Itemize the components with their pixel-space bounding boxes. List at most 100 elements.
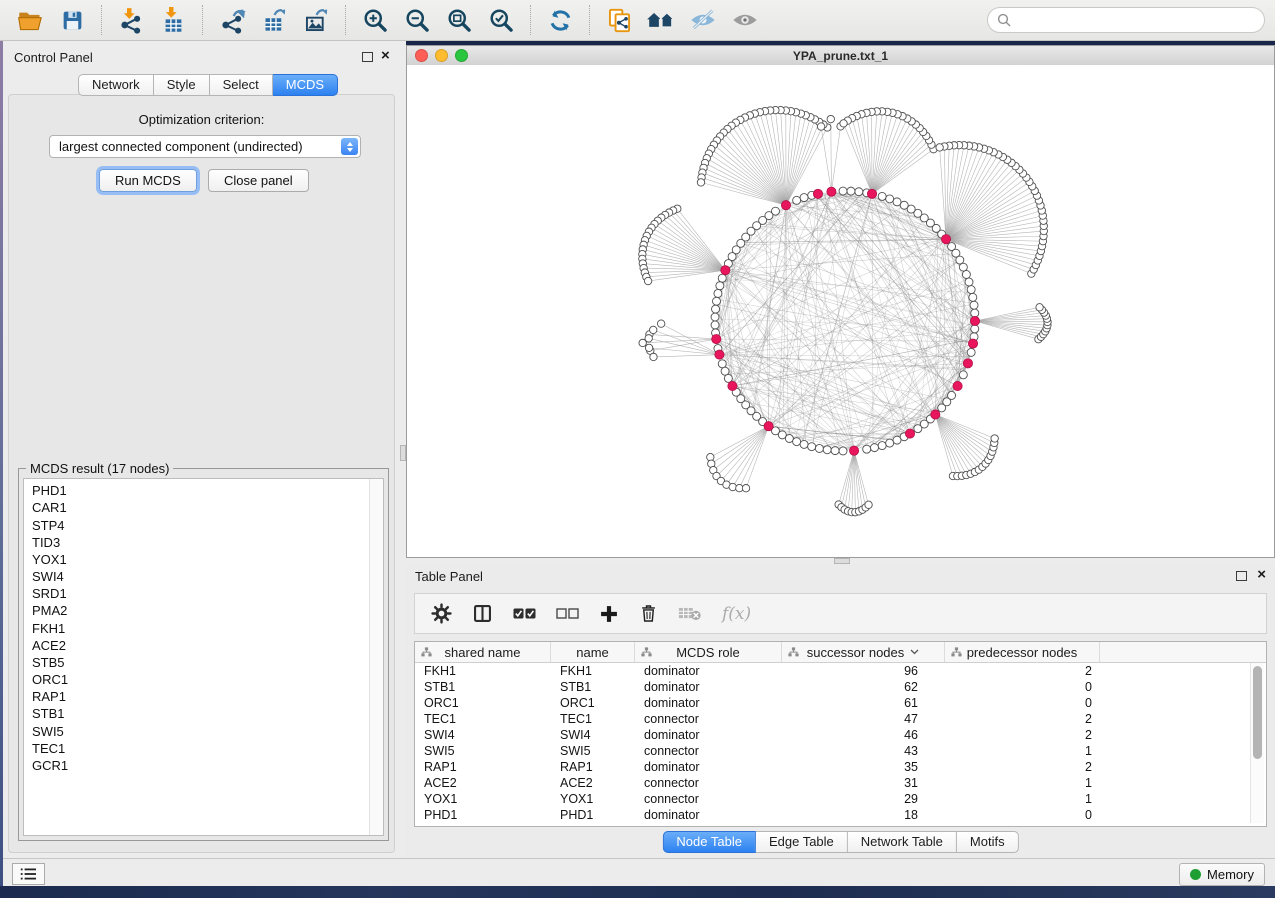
mcds-result-item[interactable]: RAP1 bbox=[24, 689, 383, 706]
criterion-select[interactable]: largest connected component (undirected) bbox=[49, 135, 361, 158]
mcds-result-item[interactable]: YOX1 bbox=[24, 552, 383, 569]
table-row[interactable]: ORC1ORC1dominator610 bbox=[415, 695, 1266, 711]
mcds-result-item[interactable]: ORC1 bbox=[24, 672, 383, 689]
cell[interactable]: 46 bbox=[782, 727, 945, 743]
cell[interactable]: 2 bbox=[945, 759, 1100, 775]
mcds-result-item[interactable]: FKH1 bbox=[24, 620, 383, 637]
import-network-icon[interactable] bbox=[111, 3, 151, 37]
export-table-icon[interactable] bbox=[254, 3, 294, 37]
cell[interactable]: connector bbox=[635, 711, 782, 727]
mcds-list-scrollbar[interactable] bbox=[369, 479, 383, 835]
cell[interactable]: 43 bbox=[782, 743, 945, 759]
tab-network[interactable]: Network bbox=[78, 74, 154, 96]
scrollbar-thumb[interactable] bbox=[1253, 666, 1262, 759]
run-mcds-button[interactable]: Run MCDS bbox=[99, 169, 197, 192]
zoom-fit-icon[interactable] bbox=[439, 3, 479, 37]
cell[interactable]: dominator bbox=[635, 679, 782, 695]
float-panel-icon[interactable] bbox=[1236, 571, 1247, 581]
refresh-view-icon[interactable] bbox=[540, 3, 580, 37]
mcds-result-item[interactable]: TID3 bbox=[24, 535, 383, 552]
mcds-result-item[interactable]: PMA2 bbox=[24, 603, 383, 620]
export-image-icon[interactable] bbox=[296, 3, 336, 37]
cell[interactable]: PHD1 bbox=[551, 807, 635, 823]
mcds-result-item[interactable]: STP4 bbox=[24, 517, 383, 534]
mcds-result-item[interactable]: STB5 bbox=[24, 655, 383, 672]
table-row[interactable]: STB1STB1dominator620 bbox=[415, 679, 1266, 695]
cell[interactable]: 2 bbox=[945, 727, 1100, 743]
close-panel-icon[interactable]: × bbox=[381, 51, 390, 61]
mcds-result-item[interactable]: SWI5 bbox=[24, 723, 383, 740]
cell[interactable]: 0 bbox=[945, 695, 1100, 711]
tab-style[interactable]: Style bbox=[154, 74, 210, 96]
cell[interactable]: ORC1 bbox=[415, 695, 551, 711]
cell[interactable]: 2 bbox=[945, 711, 1100, 727]
cell[interactable]: 2 bbox=[945, 663, 1100, 679]
column-header-successor-nodes[interactable]: successor nodes bbox=[782, 642, 945, 662]
tab-select[interactable]: Select bbox=[210, 74, 273, 96]
mcds-result-item[interactable]: ACE2 bbox=[24, 638, 383, 655]
show-column-icon[interactable] bbox=[472, 603, 493, 624]
search-box[interactable] bbox=[987, 7, 1265, 33]
zoom-in-icon[interactable] bbox=[355, 3, 395, 37]
cell[interactable]: TEC1 bbox=[415, 711, 551, 727]
export-network-icon[interactable] bbox=[212, 3, 252, 37]
deselect-all-icon[interactable] bbox=[556, 607, 579, 620]
cell[interactable]: connector bbox=[635, 743, 782, 759]
cell[interactable]: connector bbox=[635, 775, 782, 791]
mcds-result-item[interactable]: STB1 bbox=[24, 706, 383, 723]
first-neighbors-icon[interactable] bbox=[641, 3, 681, 37]
show-all-icon[interactable] bbox=[725, 3, 765, 37]
cell[interactable]: RAP1 bbox=[415, 759, 551, 775]
table-row[interactable]: ACE2ACE2connector311 bbox=[415, 775, 1266, 791]
add-row-icon[interactable] bbox=[599, 604, 619, 624]
mcds-result-item[interactable]: TEC1 bbox=[24, 741, 383, 758]
tab-node-table[interactable]: Node Table bbox=[662, 831, 756, 853]
tab-mcds[interactable]: MCDS bbox=[273, 74, 338, 96]
cell[interactable]: 29 bbox=[782, 791, 945, 807]
cell[interactable]: YOX1 bbox=[551, 791, 635, 807]
column-header-name[interactable]: name bbox=[551, 642, 635, 662]
column-header-shared-name[interactable]: shared name bbox=[415, 642, 551, 662]
cell[interactable]: ORC1 bbox=[551, 695, 635, 711]
import-table-icon[interactable] bbox=[153, 3, 193, 37]
column-header-predecessor-nodes[interactable]: predecessor nodes bbox=[945, 642, 1100, 662]
zoom-selected-icon[interactable] bbox=[481, 3, 521, 37]
cell[interactable]: ACE2 bbox=[415, 775, 551, 791]
table-row[interactable]: FKH1FKH1dominator962 bbox=[415, 663, 1266, 679]
table-row[interactable]: RAP1RAP1dominator352 bbox=[415, 759, 1266, 775]
cell[interactable]: 47 bbox=[782, 711, 945, 727]
task-history-button[interactable] bbox=[12, 863, 45, 885]
float-panel-icon[interactable] bbox=[362, 52, 373, 62]
mcds-result-item[interactable]: GCR1 bbox=[24, 758, 383, 775]
cell[interactable]: SWI5 bbox=[415, 743, 551, 759]
cell[interactable]: 1 bbox=[945, 743, 1100, 759]
select-all-icon[interactable] bbox=[513, 607, 536, 620]
close-panel-icon[interactable]: × bbox=[1257, 570, 1266, 580]
table-row[interactable]: SWI4SWI4dominator462 bbox=[415, 727, 1266, 743]
cell[interactable]: 31 bbox=[782, 775, 945, 791]
cell[interactable]: dominator bbox=[635, 807, 782, 823]
cell[interactable]: 18 bbox=[782, 807, 945, 823]
cell[interactable]: 61 bbox=[782, 695, 945, 711]
save-session-icon[interactable] bbox=[52, 3, 92, 37]
tab-motifs[interactable]: Motifs bbox=[957, 831, 1019, 853]
cell[interactable]: 0 bbox=[945, 807, 1100, 823]
table-row[interactable]: PHD1PHD1dominator180 bbox=[415, 807, 1266, 823]
cell[interactable]: 1 bbox=[945, 775, 1100, 791]
hide-selected-icon[interactable] bbox=[683, 3, 723, 37]
network-window-titlebar[interactable]: YPA_prune.txt_1 bbox=[407, 46, 1274, 66]
cell[interactable]: 1 bbox=[945, 791, 1100, 807]
table-row[interactable]: SWI5SWI5connector431 bbox=[415, 743, 1266, 759]
cell[interactable]: 35 bbox=[782, 759, 945, 775]
cell[interactable]: ACE2 bbox=[551, 775, 635, 791]
delete-row-icon[interactable] bbox=[639, 603, 658, 624]
cell[interactable]: PHD1 bbox=[415, 807, 551, 823]
open-session-icon[interactable] bbox=[10, 3, 50, 37]
cell[interactable]: 96 bbox=[782, 663, 945, 679]
cell[interactable]: dominator bbox=[635, 727, 782, 743]
cell[interactable]: dominator bbox=[635, 759, 782, 775]
search-input[interactable] bbox=[1016, 12, 1255, 29]
cell[interactable]: dominator bbox=[635, 695, 782, 711]
table-scrollbar[interactable] bbox=[1250, 663, 1264, 823]
table-row[interactable]: TEC1TEC1connector472 bbox=[415, 711, 1266, 727]
